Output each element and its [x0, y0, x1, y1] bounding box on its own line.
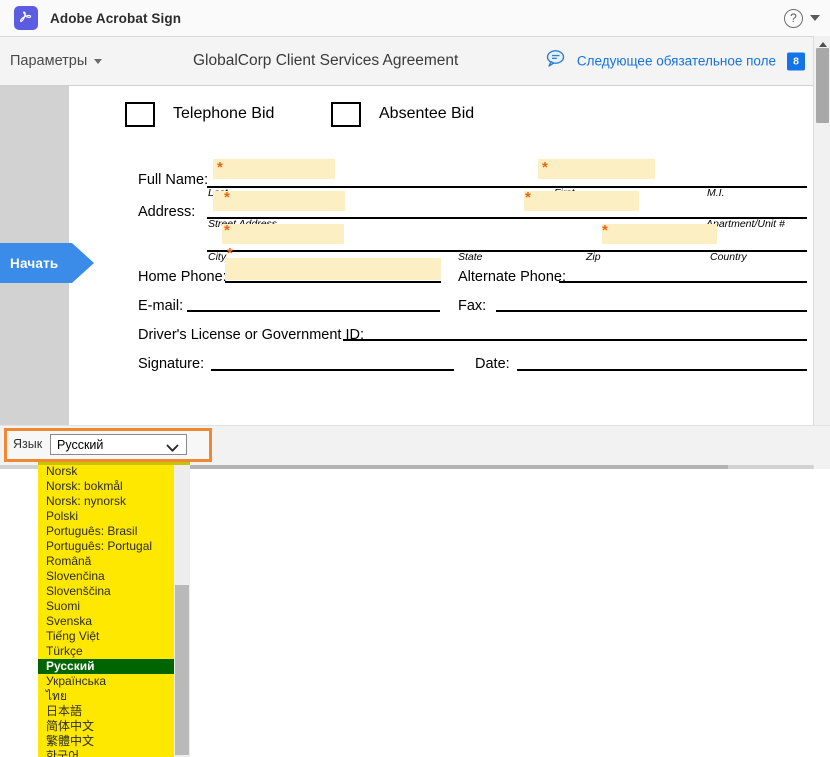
language-option[interactable]: Slovenčina [38, 569, 190, 584]
label-alternate-phone: Alternate Phone: [458, 269, 567, 285]
document-page: Telephone Bid Absentee Bid Full Name: * … [69, 86, 813, 461]
label-signature: Signature: [138, 356, 205, 372]
help-question-icon[interactable]: ? [784, 8, 803, 28]
rule-alternate-phone [559, 281, 807, 283]
field-city[interactable] [222, 224, 344, 244]
application-window: Adobe Acrobat Sign ? Параметры GlobalCor… [0, 0, 830, 757]
language-option[interactable]: Suomi [38, 599, 190, 614]
chevron-down-icon [94, 58, 103, 64]
sublabel-country: Country [710, 251, 747, 263]
checkbox-absentee-bid-label: Absentee Bid [379, 105, 475, 122]
language-option[interactable]: Português: Brasil [38, 524, 190, 539]
sublabel-mi: M.I. [707, 187, 725, 199]
field-last-name[interactable] [213, 159, 335, 179]
language-option[interactable]: Norsk: nynorsk [38, 494, 190, 509]
field-street-address[interactable] [213, 191, 345, 211]
sublabel-apartment-unit: Apartment/Unit # [706, 218, 785, 230]
acrobat-logo-icon [14, 6, 38, 30]
sublabel-state: State [458, 251, 483, 263]
field-home-phone[interactable] [225, 258, 441, 280]
rule-drivers-license [343, 339, 807, 341]
language-option[interactable]: Norsk: bokmål [38, 479, 190, 494]
checkbox-telephone-bid[interactable] [125, 102, 155, 127]
start-button[interactable]: Начать [0, 243, 94, 283]
language-option[interactable]: Português: Portugal [38, 539, 190, 554]
rule-email [187, 310, 440, 312]
language-options-list[interactable]: Norsk Norsk: bokmål Norsk: nynorsk Polski Po… [38, 464, 190, 757]
vertical-scrollbar-thumb[interactable] [816, 48, 829, 123]
language-list-scrollbar-thumb[interactable] [175, 585, 189, 755]
page-title: GlobalCorp Client Services Agreement [193, 52, 459, 69]
sublabel-city: City [208, 251, 227, 263]
language-option[interactable]: Русский [38, 659, 190, 674]
label-date: Date: [475, 356, 510, 372]
required-field-count-badge[interactable]: 8 [787, 52, 805, 70]
label-address: Address: [138, 204, 196, 220]
language-option[interactable]: 简体中文 [38, 719, 190, 734]
language-option[interactable]: ไทย [38, 689, 190, 704]
language-option[interactable]: 繁體中文 [38, 734, 190, 749]
field-first-name[interactable] [538, 159, 655, 179]
label-home-phone: Home Phone: [138, 269, 227, 285]
language-option[interactable]: Română [38, 554, 190, 569]
chevron-down-icon [166, 440, 179, 458]
rule-home-phone [225, 281, 441, 283]
language-option[interactable]: Українська [38, 674, 190, 689]
brand-header: Adobe Acrobat Sign ? [0, 0, 830, 37]
sublabel-zip: Zip [586, 251, 601, 263]
start-button-arrow-icon [72, 243, 94, 283]
checkbox-telephone-bid-label: Telephone Bid [173, 105, 275, 122]
comment-bubble-icon[interactable] [544, 49, 566, 74]
language-select[interactable]: Русский [50, 434, 187, 455]
start-button-label: Начать [10, 255, 59, 271]
rule-signature [211, 369, 454, 371]
language-option[interactable]: Türkçe [38, 644, 190, 659]
field-apartment-unit[interactable] [524, 191, 639, 211]
rule-date [517, 369, 807, 371]
label-full-name: Full Name: [138, 172, 209, 188]
language-option[interactable]: Svenska [38, 614, 190, 629]
brand-actions: ? [784, 8, 820, 28]
document-vertical-scrollbar[interactable] [813, 36, 830, 469]
document-viewer: Telephone Bid Absentee Bid Full Name: * … [0, 86, 830, 469]
field-country[interactable] [602, 224, 717, 244]
document-toolbar: Параметры GlobalCorp Client Services Agr… [0, 37, 830, 86]
bid-form: Telephone Bid Absentee Bid Full Name: * … [69, 86, 813, 461]
rule-fax [496, 310, 807, 312]
toolbar-actions: Следующее обязательное поле 8 [544, 49, 805, 74]
language-option[interactable]: Norsk [38, 464, 190, 479]
language-label: Язык [13, 437, 43, 451]
checkbox-absentee-bid[interactable] [331, 102, 361, 127]
language-option[interactable]: Tiếng Việt [38, 629, 190, 644]
language-option[interactable]: 日本語 [38, 704, 190, 719]
label-drivers-license: Driver's License or Government ID: [138, 327, 364, 343]
options-menu-button[interactable]: Параметры [10, 53, 103, 69]
account-chevron-down-icon[interactable] [810, 15, 820, 21]
next-required-field-link[interactable]: Следующее обязательное поле [577, 54, 776, 69]
dropdown-top-edge [38, 462, 190, 465]
language-option[interactable]: 한국어 [38, 749, 190, 757]
language-list-scrollbar[interactable] [174, 464, 190, 757]
options-menu-label: Параметры [10, 53, 88, 69]
language-option[interactable]: Slovenščina [38, 584, 190, 599]
language-option[interactable]: Polski [38, 509, 190, 524]
language-select-value: Русский [57, 437, 104, 452]
brand-title: Adobe Acrobat Sign [50, 10, 182, 26]
start-button-body: Начать [0, 243, 72, 283]
label-fax: Fax: [458, 298, 487, 314]
label-email: E-mail: [138, 298, 184, 314]
